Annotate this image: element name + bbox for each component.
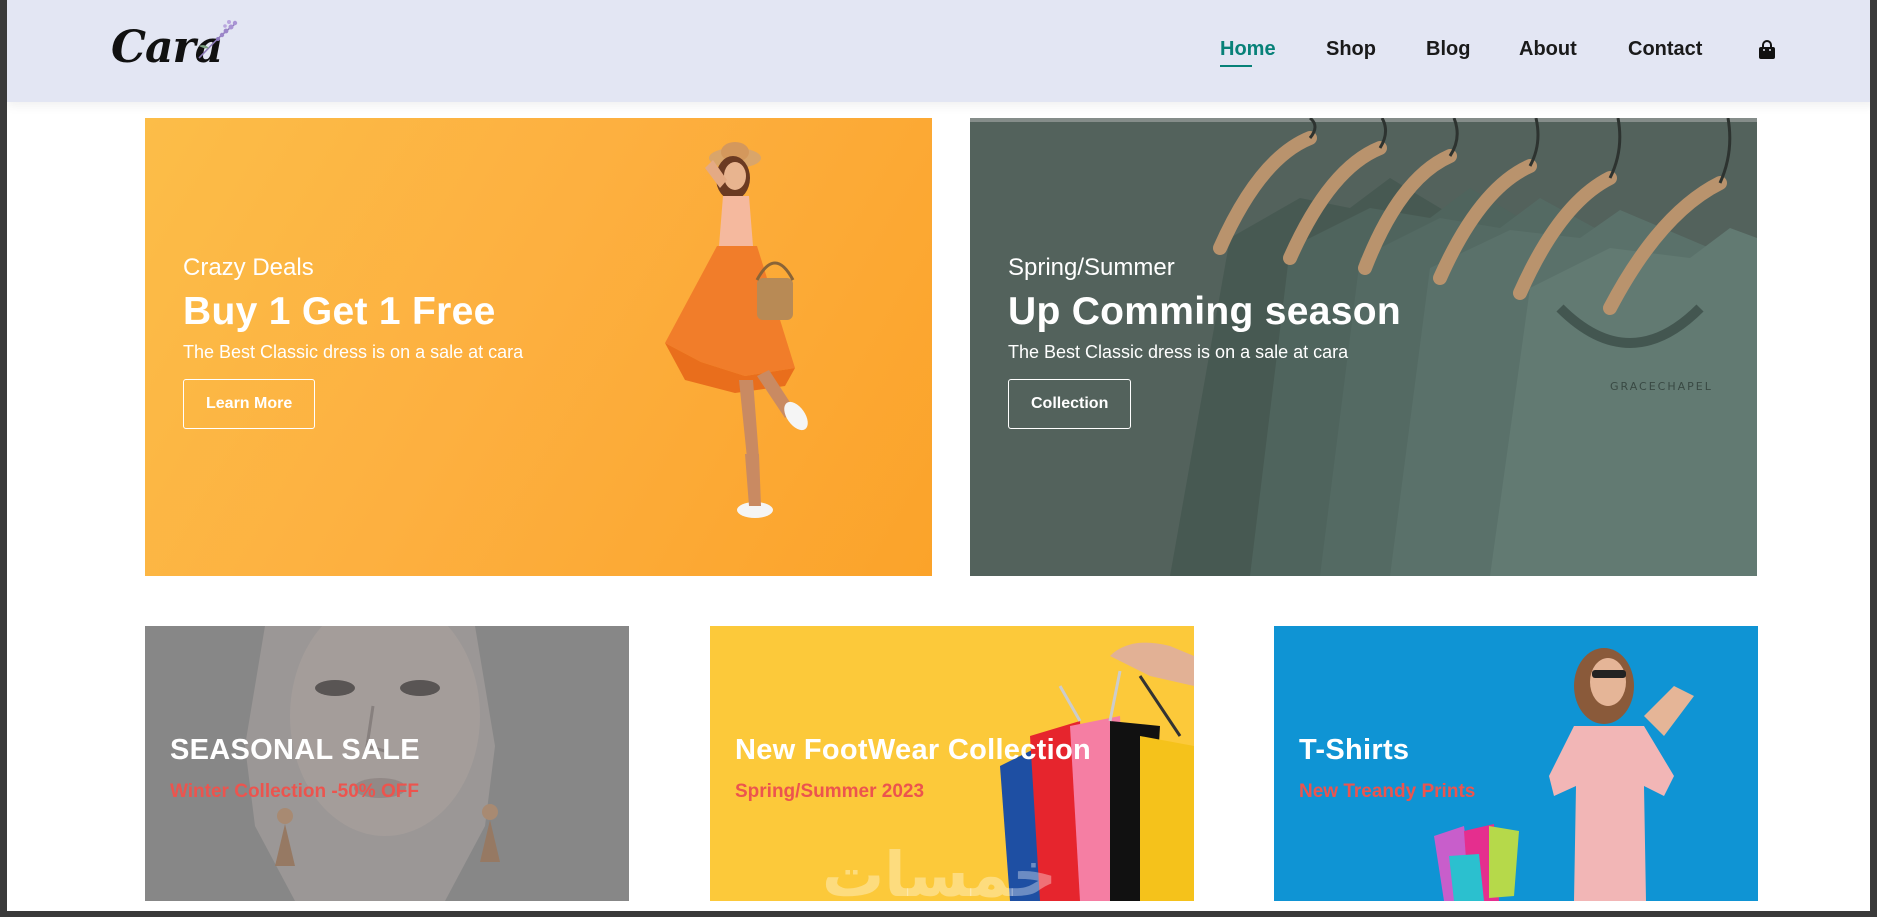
banner-tshirts[interactable]: T-Shirts New Treandy Prints xyxy=(1274,626,1758,901)
tshirts-title: T-Shirts xyxy=(1299,734,1410,766)
nav-home[interactable]: Home xyxy=(1220,36,1276,67)
banner-crazy-deals-content: Crazy Deals Buy 1 Get 1 Free The Best Cl… xyxy=(183,254,523,429)
footwear-title: New FootWear Collection xyxy=(735,734,1092,766)
window-edge xyxy=(1870,0,1877,917)
seasonal-sale-title: SEASONAL SALE xyxy=(170,734,420,766)
tshirts-content: T-Shirts New Treandy Prints xyxy=(1299,734,1475,803)
banner-subtitle: The Best Classic dress is on a sale at c… xyxy=(183,342,524,362)
tshirts-subtitle: New Treandy Prints xyxy=(1299,781,1476,802)
nav-shop[interactable]: Shop xyxy=(1326,36,1376,62)
active-underline xyxy=(1220,65,1252,67)
seasonal-sale-content: SEASONAL SALE Winter Collection -50% OFF xyxy=(170,734,420,803)
nav-home-label: Home xyxy=(1220,38,1276,60)
learn-more-button[interactable]: Learn More xyxy=(183,379,316,429)
nav-about[interactable]: About xyxy=(1519,36,1577,62)
page: Cara Home Shop Blog About Contact Crazy … xyxy=(7,0,1877,911)
main-nav: Home Shop Blog About Contact xyxy=(7,36,1877,67)
banner-seasonal-sale[interactable]: SEASONAL SALE Winter Collection -50% OFF xyxy=(145,626,629,901)
footwear-content: New FootWear Collection Spring/Summer 20… xyxy=(735,734,1091,803)
footwear-subtitle: Spring/Summer 2023 xyxy=(735,781,925,802)
watermark: خمسات xyxy=(822,838,1057,911)
banner-title: Buy 1 Get 1 Free xyxy=(183,290,496,333)
collection-button[interactable]: Collection xyxy=(1008,379,1132,429)
banner-spring-summer: GRACECHAPEL Spring/Summer Up xyxy=(970,118,1757,576)
nav-contact[interactable]: Contact xyxy=(1628,36,1702,62)
banner-title: Up Comming season xyxy=(1008,290,1401,333)
banner-subtitle: The Best Classic dress is on a sale at c… xyxy=(1008,342,1349,362)
nav-blog[interactable]: Blog xyxy=(1426,36,1470,62)
banner-spring-summer-content: Spring/Summer Up Comming season The Best… xyxy=(1008,254,1401,429)
banner-kicker: Crazy Deals xyxy=(183,254,314,281)
banner-crazy-deals: Crazy Deals Buy 1 Get 1 Free The Best Cl… xyxy=(145,118,932,576)
banner-kicker: Spring/Summer xyxy=(1008,254,1175,281)
seasonal-sale-subtitle: Winter Collection -50% OFF xyxy=(170,781,419,802)
shopping-bag-icon[interactable] xyxy=(1757,40,1777,60)
site-header: Cara Home Shop Blog About Contact xyxy=(7,0,1877,102)
